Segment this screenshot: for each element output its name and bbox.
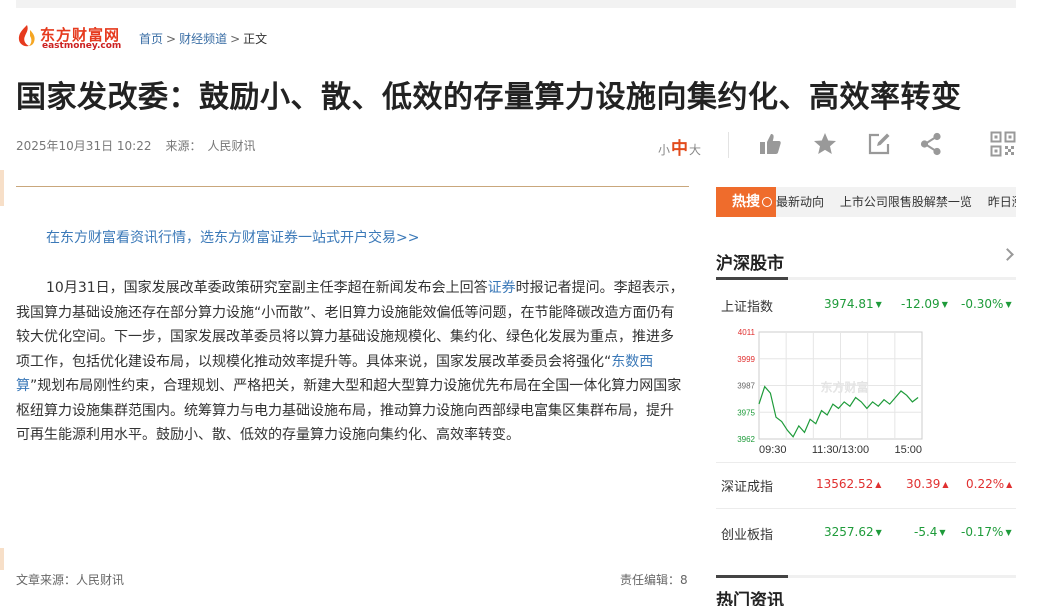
- body-text: 10月31日，国家发展改革委政策研究室副主任李超在新闻发布会上回答: [46, 280, 488, 296]
- star-icon: [814, 133, 836, 154]
- hot-news-title: 热门资讯: [716, 591, 784, 606]
- index-change: -5.4 ▼: [914, 525, 946, 539]
- y-tick-label: 4011: [738, 328, 756, 337]
- top-bar: [16, 0, 1016, 8]
- share-button[interactable]: [918, 131, 944, 157]
- index-value: 3257.62 ▼: [824, 525, 882, 539]
- qrcode-icon: [990, 131, 1016, 157]
- hot-search-label: 热搜: [732, 194, 760, 210]
- x-tick-label: 11:30/13:00: [812, 444, 869, 456]
- breadcrumb-channel[interactable]: 财经频道: [179, 32, 227, 46]
- qrcode-button[interactable]: [990, 131, 1016, 157]
- content-divider: [16, 186, 689, 187]
- row-divider: [716, 462, 1016, 463]
- y-tick-label: 3987: [737, 382, 755, 391]
- market-section-title: 沪深股市: [716, 254, 784, 274]
- body-text: ”规划布局刚性约束，合理规划、严格把关，新建大型和超大型算力设施优先布局在全国一…: [16, 378, 682, 443]
- font-size-switcher: 小中大: [658, 134, 701, 159]
- section-underline: [716, 575, 1016, 578]
- article-datetime: 2025年10月31日 10:22: [16, 139, 152, 153]
- chart-watermark: 东方财富: [820, 380, 868, 395]
- source-label: 来源：: [165, 139, 202, 153]
- x-tick-label: 15:00: [894, 444, 922, 456]
- breadcrumb-separator: >: [166, 32, 177, 46]
- share-icon: [920, 132, 941, 156]
- article-footer-source: 文章来源：人民财讯: [16, 573, 125, 587]
- font-size-large[interactable]: 大: [689, 143, 701, 157]
- edge-marker: [0, 170, 4, 206]
- site-logo[interactable]: 东方财富网 eastmoney.com: [16, 24, 126, 52]
- breadcrumb-current: 正文: [243, 32, 268, 46]
- article-body: 10月31日，国家发展改革委政策研究室副主任李超在新闻发布会上回答证券时报记者提…: [16, 276, 684, 448]
- search-icon: [762, 197, 772, 207]
- breadcrumb-home[interactable]: 首页: [139, 32, 163, 46]
- index-value: 3974.81 ▼: [824, 297, 882, 311]
- x-tick-label: 09:30: [759, 444, 787, 456]
- index-value: 13562.52 ▲: [816, 477, 882, 491]
- article-meta: 2025年10月31日 10:22 来源： 人民财讯: [16, 137, 256, 154]
- edge-marker: [0, 548, 4, 570]
- y-tick-label: 3962: [737, 435, 755, 444]
- y-tick-label: 3999: [737, 355, 755, 364]
- index-percent: -0.17% ▼: [961, 525, 1012, 539]
- article-source: 人民财讯: [207, 139, 256, 153]
- hot-search-item[interactable]: 上市公司限售股解禁一览: [840, 195, 972, 209]
- hot-search-item[interactable]: 最新动向: [776, 195, 824, 209]
- edit-icon: [868, 133, 890, 155]
- hot-search-bar: 热搜 最新动向 上市公司限售股解禁一览 昨日涨停: [716, 187, 1016, 217]
- promo-link[interactable]: 在东方财富看资讯行情，选东方财富证券一站式开户交易>>: [46, 227, 419, 247]
- font-size-medium[interactable]: 中: [671, 139, 688, 159]
- hot-search-item[interactable]: 昨日涨停: [988, 195, 1016, 209]
- index-change: -12.09 ▼: [901, 297, 948, 311]
- section-underline: [716, 277, 1016, 280]
- logo-icon: [18, 25, 35, 47]
- article-footer-editor: 责任编辑：8: [620, 573, 688, 587]
- index-name[interactable]: 深证成指: [721, 476, 773, 495]
- row-divider: [716, 508, 1016, 509]
- keyword-link[interactable]: 证券: [488, 280, 516, 296]
- intraday-chart[interactable]: 4011 3999 3987 3975 3962 09:30 11:30/13:00 15:0…: [716, 326, 1016, 458]
- favorite-button[interactable]: [812, 131, 838, 157]
- breadcrumb: 首页 > 财经频道 > 正文: [139, 30, 267, 47]
- like-button[interactable]: [757, 131, 783, 157]
- index-change: 30.39 ▲: [906, 477, 949, 491]
- y-tick-label: 3975: [737, 408, 755, 417]
- index-name[interactable]: 创业板指: [721, 524, 773, 543]
- comment-button[interactable]: [866, 131, 892, 157]
- thumbs-up-icon: [760, 134, 781, 154]
- article-title: 国家发改委：鼓励小、散、低效的存量算力设施向集约化、高效率转变: [16, 80, 962, 115]
- index-name[interactable]: 上证指数: [721, 296, 773, 315]
- font-size-small[interactable]: 小: [658, 143, 670, 157]
- toolbar-divider: [728, 132, 729, 158]
- logo-domain: eastmoney.com: [42, 41, 122, 51]
- breadcrumb-separator: >: [230, 32, 241, 46]
- hot-search-tag[interactable]: 热搜: [716, 187, 776, 217]
- index-percent: 0.22% ▲: [966, 477, 1013, 491]
- chevron-right-icon[interactable]: [1001, 248, 1014, 261]
- index-percent: -0.30% ▼: [961, 297, 1012, 311]
